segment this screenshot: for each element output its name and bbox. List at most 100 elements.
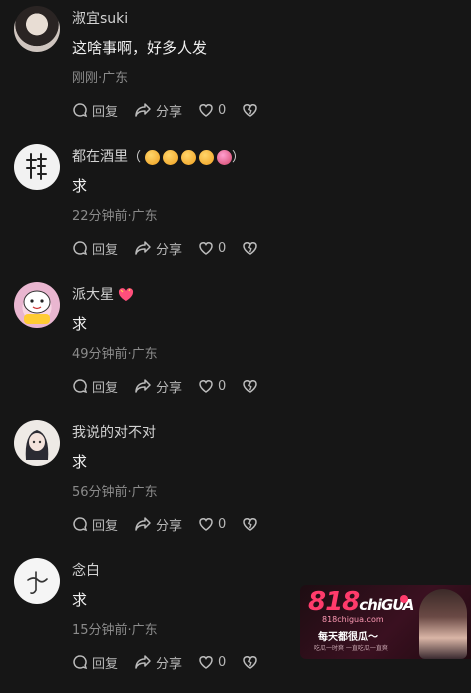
emoji-icon	[181, 149, 197, 165]
comment-item: 派大星 求 49分钟前·广东 回复 分享 0	[0, 276, 471, 414]
heart-icon	[199, 518, 213, 531]
comment-actions: 回复 分享 0	[72, 376, 262, 396]
emoji-icon	[217, 149, 233, 165]
comment-actions: 回复 分享 0	[72, 100, 262, 120]
ad-banner[interactable]: 818chiGUA 818chigua.com 每天都很瓜～ 吃瓜一时爽 一直吃…	[300, 585, 471, 659]
heart-icon	[199, 104, 213, 117]
dislike-button[interactable]	[242, 516, 262, 532]
like-button[interactable]: 0	[198, 654, 226, 670]
share-arrow-icon	[135, 241, 151, 255]
author-name: 派大星	[72, 287, 114, 303]
comment-text: 求	[72, 315, 88, 333]
comment-meta: 刚刚·广东	[72, 71, 129, 86]
comment-text: 求	[72, 591, 88, 609]
share-arrow-icon	[135, 103, 151, 117]
emoji-icon	[199, 149, 215, 165]
reply-button[interactable]: 回复	[72, 239, 118, 258]
like-count: 0	[218, 516, 227, 532]
dislike-button[interactable]	[242, 378, 262, 394]
reply-label: 回复	[92, 242, 119, 258]
broken-heart-icon	[243, 518, 258, 531]
avatar[interactable]	[14, 282, 60, 328]
comment-author[interactable]: 念白	[72, 560, 100, 580]
like-button[interactable]: 0	[198, 378, 226, 394]
share-label: 分享	[156, 380, 183, 396]
comment-text: 这啥事啊，好多人发	[72, 39, 208, 57]
comment-author[interactable]: 派大星	[72, 284, 134, 304]
ad-logo: 818chiGUA	[308, 587, 414, 617]
share-arrow-icon	[135, 517, 151, 531]
emoji-group	[145, 149, 233, 165]
broken-heart-icon	[243, 380, 258, 393]
comment-bubble-icon	[73, 379, 88, 394]
comment-meta: 56分钟前·广东	[72, 485, 158, 500]
like-button[interactable]: 0	[198, 516, 226, 532]
share-button[interactable]: 分享	[134, 239, 182, 258]
like-count: 0	[218, 102, 227, 118]
avatar[interactable]	[14, 6, 60, 52]
watermelon-icon	[400, 595, 408, 603]
comment-text: 求	[72, 177, 88, 195]
calligraphy-avatar-image	[27, 571, 48, 594]
emoji-icon	[145, 149, 161, 165]
broken-heart-icon	[243, 104, 258, 117]
heart-icon	[199, 242, 213, 255]
share-button[interactable]: 分享	[134, 377, 182, 396]
comment-actions: 回复 分享 0	[72, 238, 262, 258]
avatar[interactable]	[14, 420, 60, 466]
heart-icon	[199, 656, 213, 669]
comment-item: 都在酒里（ ） 求 22分钟前·广东 回复 分享 0	[0, 138, 471, 276]
name-paren-open: （	[128, 150, 142, 165]
reply-button[interactable]: 回复	[72, 653, 118, 672]
reply-button[interactable]: 回复	[72, 515, 118, 534]
ad-small-text: 吃瓜一时爽 一直吃瓜一直爽	[314, 645, 388, 652]
comment-bubble-icon	[73, 103, 88, 118]
comment-meta: 22分钟前·广东	[72, 209, 158, 224]
like-button[interactable]: 0	[198, 102, 226, 118]
like-count: 0	[218, 240, 227, 256]
ad-slogan: 每天都很瓜～	[318, 632, 378, 643]
comment-bubble-icon	[73, 241, 88, 256]
comment-author[interactable]: 我说的对不对	[72, 422, 156, 442]
share-label: 分享	[156, 242, 183, 258]
calligraphy-avatar-image	[26, 153, 47, 180]
reply-label: 回复	[92, 656, 119, 672]
anime-girl-avatar-image	[25, 430, 49, 460]
comment-author[interactable]: 都在酒里（ ）	[72, 146, 245, 166]
heart-sticker-icon	[119, 288, 134, 301]
dislike-button[interactable]	[242, 102, 262, 118]
comment-meta: 49分钟前·广东	[72, 347, 158, 362]
like-button[interactable]: 0	[198, 240, 226, 256]
emoji-icon	[163, 149, 179, 165]
share-label: 分享	[156, 656, 183, 672]
comment-author[interactable]: 淑宜suki	[72, 8, 128, 28]
dislike-button[interactable]	[242, 654, 262, 670]
like-count: 0	[218, 654, 227, 670]
avatar[interactable]	[14, 558, 60, 604]
comment-bubble-icon	[73, 655, 88, 670]
cartoon-avatar-image	[23, 290, 51, 324]
share-button[interactable]: 分享	[134, 101, 182, 120]
comment-item: 淑宜suki 这啥事啊，好多人发 刚刚·广东 回复 分享 0	[0, 0, 471, 138]
share-label: 分享	[156, 104, 183, 120]
heart-icon	[199, 380, 213, 393]
comment-text: 求	[72, 453, 88, 471]
reply-button[interactable]: 回复	[72, 377, 118, 396]
ad-logo-main: 818	[308, 587, 360, 617]
reply-label: 回复	[92, 104, 119, 120]
share-label: 分享	[156, 518, 183, 534]
share-button[interactable]: 分享	[134, 653, 182, 672]
comment-bubble-icon	[73, 517, 88, 532]
share-arrow-icon	[135, 379, 151, 393]
comment-item: 我说的对不对 求 56分钟前·广东 回复 分享 0	[0, 414, 471, 552]
comment-actions: 回复 分享 0	[72, 652, 262, 672]
comment-actions: 回复 分享 0	[72, 514, 262, 534]
comment-meta: 15分钟前·广东	[72, 623, 158, 638]
author-name: 都在酒里	[72, 149, 128, 165]
share-arrow-icon	[135, 655, 151, 669]
dislike-button[interactable]	[242, 240, 262, 256]
share-button[interactable]: 分享	[134, 515, 182, 534]
avatar[interactable]	[14, 144, 60, 190]
like-count: 0	[218, 378, 227, 394]
reply-button[interactable]: 回复	[72, 101, 118, 120]
